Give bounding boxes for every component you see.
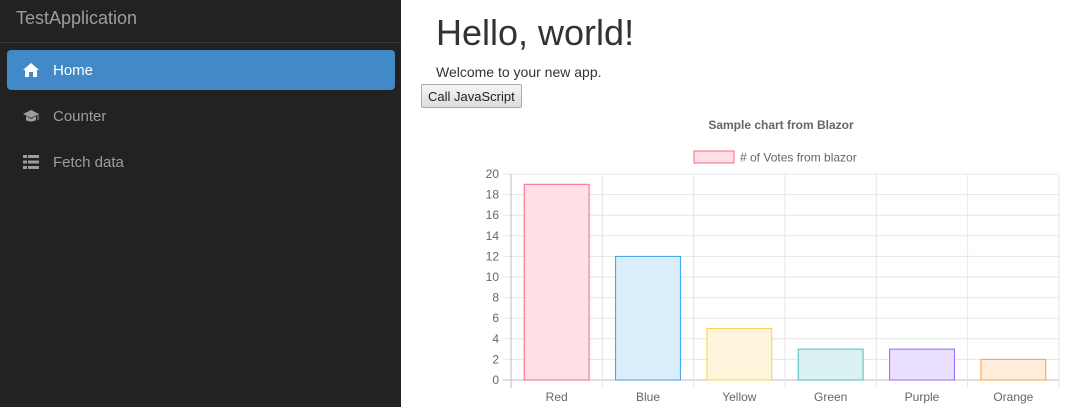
bar-yellow[interactable] (706, 328, 773, 381)
app-brand[interactable]: TestApplication (16, 8, 137, 29)
y-tick-label: 14 (486, 229, 500, 243)
y-tick-label: 6 (492, 311, 499, 325)
chart-title: Sample chart from Blazor (708, 118, 854, 132)
x-tick-label: Yellow (722, 390, 757, 404)
bar-orange[interactable] (980, 358, 1047, 381)
page-title: Hello, world! (436, 12, 635, 53)
x-tick-label: Green (814, 390, 847, 404)
chart-legend: # of Votes from blazor (693, 150, 857, 165)
bar-green[interactable] (797, 348, 864, 381)
x-tick-label: Blue (636, 390, 660, 404)
x-tick-label: Red (546, 390, 568, 404)
sidebar-item-fetch-data[interactable]: Fetch data (7, 142, 395, 182)
y-tick-label: 16 (486, 208, 500, 222)
y-tick-label: 4 (492, 332, 499, 346)
bar-blue[interactable] (615, 255, 681, 381)
x-tick-label: Orange (993, 390, 1033, 404)
list-icon (22, 153, 40, 171)
sidebar: TestApplication Home Counter Fetch data (0, 0, 401, 407)
y-tick-label: 0 (492, 373, 499, 387)
graduation-cap-icon (22, 107, 40, 125)
y-tick-label: 10 (486, 270, 500, 284)
sidebar-item-label: Home (53, 61, 94, 79)
y-tick-label: 12 (486, 249, 500, 263)
y-tick-label: 2 (492, 352, 499, 366)
y-tick-label: 20 (486, 167, 500, 181)
bar-purple[interactable] (889, 348, 955, 381)
legend-swatch (693, 150, 735, 164)
sidebar-item-counter[interactable]: Counter (7, 96, 395, 136)
sidebar-item-home[interactable]: Home (7, 50, 395, 90)
sidebar-item-label: Fetch data (53, 153, 124, 171)
home-icon (22, 61, 40, 79)
y-tick-label: 8 (492, 291, 499, 305)
brand-divider (0, 42, 401, 43)
welcome-text: Welcome to your new app. (436, 64, 602, 80)
bar-chart: Sample chart from Blazor # of Votes from… (486, 118, 1060, 404)
main-content: Hello, world! Welcome to your new app. C… (401, 0, 1076, 407)
legend-label: # of Votes from blazor (740, 151, 857, 165)
bar-red[interactable] (523, 183, 590, 381)
sidebar-item-label: Counter (53, 107, 107, 125)
app-window: TestApplication Home Counter Fetch data … (0, 0, 1076, 407)
x-tick-label: Purple (905, 390, 940, 404)
call-javascript-button[interactable]: Call JavaScript (421, 84, 522, 108)
y-tick-label: 18 (486, 188, 500, 202)
